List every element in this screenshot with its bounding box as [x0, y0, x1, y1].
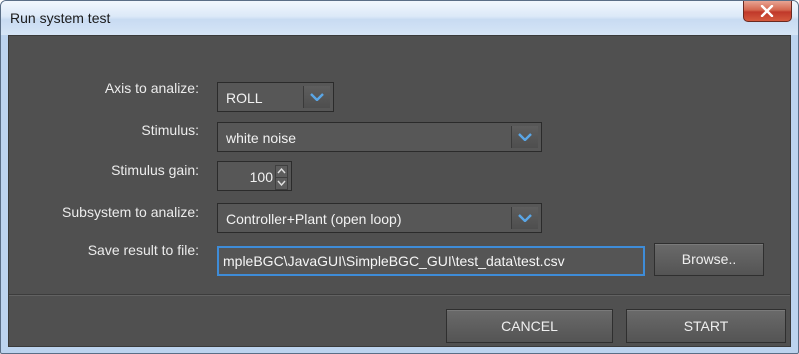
title-bar[interactable]: Run system test: [1, 1, 798, 35]
start-button[interactable]: START: [626, 309, 786, 343]
chevron-down-icon: [518, 133, 532, 141]
chevron-down-icon: [277, 180, 286, 186]
footer-divider: [9, 294, 790, 296]
run-system-test-dialog: Run system test Axis to analize: ROLL St…: [0, 0, 799, 354]
cancel-button[interactable]: CANCEL: [446, 309, 613, 343]
chevron-up-icon: [277, 168, 286, 174]
stimulus-select-value: white noise: [226, 130, 297, 146]
axis-dropdown-button[interactable]: [303, 86, 330, 108]
subsystem-select[interactable]: Controller+Plant (open loop): [217, 203, 542, 233]
close-icon: [760, 5, 774, 17]
gain-label: Stimulus gain:: [111, 162, 199, 178]
stimulus-gain-spinner[interactable]: 100: [217, 161, 292, 191]
axis-select-value: ROLL: [226, 90, 263, 106]
browse-button[interactable]: Browse..: [654, 243, 764, 276]
subsystem-dropdown-button[interactable]: [511, 207, 538, 229]
save-file-label: Save result to file:: [87, 242, 199, 258]
subsystem-label: Subsystem to analize:: [62, 204, 199, 220]
chevron-down-icon: [310, 93, 324, 101]
stimulus-gain-value: 100: [249, 169, 273, 185]
subsystem-select-value: Controller+Plant (open loop): [226, 211, 402, 227]
spinner-down-button[interactable]: [275, 177, 288, 190]
stimulus-select[interactable]: white noise: [217, 122, 542, 152]
axis-select[interactable]: ROLL: [217, 82, 334, 112]
close-button[interactable]: [743, 1, 792, 22]
dialog-body: Axis to analize: ROLL Stimulus: white no…: [8, 35, 791, 347]
axis-label: Axis to analize:: [104, 80, 199, 96]
chevron-down-icon: [518, 214, 532, 222]
stimulus-label: Stimulus:: [141, 122, 199, 138]
save-file-path-input[interactable]: [217, 246, 645, 276]
stimulus-dropdown-button[interactable]: [511, 126, 538, 148]
window-title: Run system test: [10, 10, 111, 26]
